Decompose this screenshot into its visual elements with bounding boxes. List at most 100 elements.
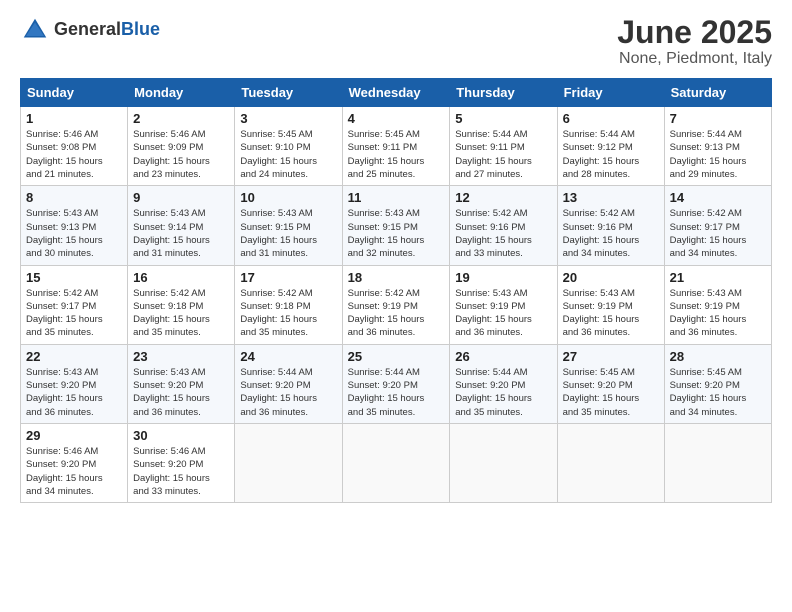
day-info: Sunrise: 5:45 AM Sunset: 9:20 PM Dayligh… — [670, 366, 766, 419]
calendar-cell — [557, 423, 664, 502]
calendar-cell: 29 Sunrise: 5:46 AM Sunset: 9:20 PM Dayli… — [21, 423, 128, 502]
calendar-cell — [235, 423, 342, 502]
page-title: June 2025 — [617, 15, 772, 50]
day-info: Sunrise: 5:43 AM Sunset: 9:15 PM Dayligh… — [348, 207, 445, 260]
calendar-cell: 20Sunrise: 5:43 AM Sunset: 9:19 PM Dayli… — [557, 265, 664, 344]
day-info: Sunrise: 5:42 AM Sunset: 9:18 PM Dayligh… — [240, 287, 336, 340]
calendar-cell: 5 Sunrise: 5:44 AM Sunset: 9:11 PM Daylig… — [450, 107, 557, 186]
calendar-header-saturday: Saturday — [664, 79, 771, 107]
day-info: Sunrise: 5:42 AM Sunset: 9:19 PM Dayligh… — [348, 287, 445, 340]
day-number: 26 — [455, 349, 551, 364]
calendar-cell: 3 Sunrise: 5:45 AM Sunset: 9:10 PM Daylig… — [235, 107, 342, 186]
calendar-cell: 16 Sunrise: 5:42 AM Sunset: 9:18 PM Dayli… — [128, 265, 235, 344]
calendar-header-sunday: Sunday — [21, 79, 128, 107]
day-info: Sunrise: 5:43 AM Sunset: 9:15 PM Dayligh… — [240, 207, 336, 260]
day-number: 12 — [455, 190, 551, 205]
calendar-week-row: 22 Sunrise: 5:43 AM Sunset: 9:20 PM Dayli… — [21, 344, 772, 423]
calendar-cell — [450, 423, 557, 502]
day-number: 9 — [133, 190, 229, 205]
calendar-cell — [342, 423, 450, 502]
day-number: 30 — [133, 428, 229, 443]
day-info: Sunrise: 5:42 AM Sunset: 9:16 PM Dayligh… — [563, 207, 659, 260]
day-info: Sunrise: 5:44 AM Sunset: 9:20 PM Dayligh… — [348, 366, 445, 419]
calendar-cell: 28 Sunrise: 5:45 AM Sunset: 9:20 PM Dayli… — [664, 344, 771, 423]
day-info: Sunrise: 5:44 AM Sunset: 9:11 PM Dayligh… — [455, 128, 551, 181]
day-info: Sunrise: 5:46 AM Sunset: 9:08 PM Dayligh… — [26, 128, 122, 181]
day-info: Sunrise: 5:46 AM Sunset: 9:09 PM Dayligh… — [133, 128, 229, 181]
day-number: 11 — [348, 190, 445, 205]
calendar-week-row: 8 Sunrise: 5:43 AM Sunset: 9:13 PM Daylig… — [21, 186, 772, 265]
calendar-cell: 9 Sunrise: 5:43 AM Sunset: 9:14 PM Daylig… — [128, 186, 235, 265]
day-info: Sunrise: 5:45 AM Sunset: 9:11 PM Dayligh… — [348, 128, 445, 181]
calendar-cell: 11 Sunrise: 5:43 AM Sunset: 9:15 PM Dayli… — [342, 186, 450, 265]
day-info: Sunrise: 5:43 AM Sunset: 9:14 PM Dayligh… — [133, 207, 229, 260]
day-number: 5 — [455, 111, 551, 126]
calendar-cell — [664, 423, 771, 502]
day-info: Sunrise: 5:43 AM Sunset: 9:19 PM Dayligh… — [455, 287, 551, 340]
day-info: Sunrise: 5:43 AM Sunset: 9:13 PM Dayligh… — [26, 207, 122, 260]
day-number: 1 — [26, 111, 122, 126]
day-number: 14 — [670, 190, 766, 205]
calendar-cell: 14 Sunrise: 5:42 AM Sunset: 9:17 PM Dayli… — [664, 186, 771, 265]
day-number: 3 — [240, 111, 336, 126]
day-number: 7 — [670, 111, 766, 126]
day-number: 2 — [133, 111, 229, 126]
logo-blue: Blue — [121, 19, 160, 39]
day-info: Sunrise: 5:44 AM Sunset: 9:12 PM Dayligh… — [563, 128, 659, 181]
day-number: 28 — [670, 349, 766, 364]
day-info: Sunrise: 5:45 AM Sunset: 9:10 PM Dayligh… — [240, 128, 336, 181]
calendar-cell: 15Sunrise: 5:42 AM Sunset: 9:17 PM Dayli… — [21, 265, 128, 344]
calendar-header-friday: Friday — [557, 79, 664, 107]
day-number: 25 — [348, 349, 445, 364]
logo-icon — [20, 15, 50, 45]
title-block: June 2025 None, Piedmont, Italy — [617, 15, 772, 68]
day-info: Sunrise: 5:43 AM Sunset: 9:19 PM Dayligh… — [670, 287, 766, 340]
day-info: Sunrise: 5:44 AM Sunset: 9:13 PM Dayligh… — [670, 128, 766, 181]
day-info: Sunrise: 5:42 AM Sunset: 9:18 PM Dayligh… — [133, 287, 229, 340]
day-number: 13 — [563, 190, 659, 205]
day-info: Sunrise: 5:43 AM Sunset: 9:20 PM Dayligh… — [133, 366, 229, 419]
calendar-cell: 26Sunrise: 5:44 AM Sunset: 9:20 PM Dayli… — [450, 344, 557, 423]
calendar-week-row: 15Sunrise: 5:42 AM Sunset: 9:17 PM Dayli… — [21, 265, 772, 344]
day-number: 18 — [348, 270, 445, 285]
calendar-cell: 30 Sunrise: 5:46 AM Sunset: 9:20 PM Dayli… — [128, 423, 235, 502]
logo: GeneralBlue — [20, 15, 160, 45]
calendar-cell: 10Sunrise: 5:43 AM Sunset: 9:15 PM Dayli… — [235, 186, 342, 265]
day-number: 19 — [455, 270, 551, 285]
day-info: Sunrise: 5:42 AM Sunset: 9:16 PM Dayligh… — [455, 207, 551, 260]
calendar-cell: 18 Sunrise: 5:42 AM Sunset: 9:19 PM Dayli… — [342, 265, 450, 344]
calendar-cell: 27 Sunrise: 5:45 AM Sunset: 9:20 PM Dayli… — [557, 344, 664, 423]
page-subtitle: None, Piedmont, Italy — [617, 50, 772, 68]
day-info: Sunrise: 5:45 AM Sunset: 9:20 PM Dayligh… — [563, 366, 659, 419]
day-number: 16 — [133, 270, 229, 285]
logo-general: General — [54, 19, 121, 39]
calendar-cell: 6Sunrise: 5:44 AM Sunset: 9:12 PM Daylig… — [557, 107, 664, 186]
calendar-cell: 17Sunrise: 5:42 AM Sunset: 9:18 PM Dayli… — [235, 265, 342, 344]
day-info: Sunrise: 5:42 AM Sunset: 9:17 PM Dayligh… — [26, 287, 122, 340]
calendar-table: SundayMondayTuesdayWednesdayThursdayFrid… — [20, 78, 772, 503]
calendar-cell: 4Sunrise: 5:45 AM Sunset: 9:11 PM Daylig… — [342, 107, 450, 186]
day-number: 22 — [26, 349, 122, 364]
calendar-header-monday: Monday — [128, 79, 235, 107]
day-info: Sunrise: 5:42 AM Sunset: 9:17 PM Dayligh… — [670, 207, 766, 260]
calendar-cell: 8 Sunrise: 5:43 AM Sunset: 9:13 PM Daylig… — [21, 186, 128, 265]
calendar-header-thursday: Thursday — [450, 79, 557, 107]
day-number: 8 — [26, 190, 122, 205]
day-info: Sunrise: 5:46 AM Sunset: 9:20 PM Dayligh… — [133, 445, 229, 498]
day-number: 29 — [26, 428, 122, 443]
page: GeneralBlue June 2025 None, Piedmont, It… — [0, 0, 792, 612]
calendar-header-wednesday: Wednesday — [342, 79, 450, 107]
day-number: 23 — [133, 349, 229, 364]
calendar-cell: 25 Sunrise: 5:44 AM Sunset: 9:20 PM Dayli… — [342, 344, 450, 423]
calendar-header-row: SundayMondayTuesdayWednesdayThursdayFrid… — [21, 79, 772, 107]
calendar-week-row: 1 Sunrise: 5:46 AM Sunset: 9:08 PM Daylig… — [21, 107, 772, 186]
day-info: Sunrise: 5:46 AM Sunset: 9:20 PM Dayligh… — [26, 445, 122, 498]
calendar-cell: 2 Sunrise: 5:46 AM Sunset: 9:09 PM Daylig… — [128, 107, 235, 186]
calendar-cell: 19 Sunrise: 5:43 AM Sunset: 9:19 PM Dayli… — [450, 265, 557, 344]
calendar-cell: 1 Sunrise: 5:46 AM Sunset: 9:08 PM Daylig… — [21, 107, 128, 186]
day-number: 27 — [563, 349, 659, 364]
calendar-cell: 7 Sunrise: 5:44 AM Sunset: 9:13 PM Daylig… — [664, 107, 771, 186]
calendar-cell: 12 Sunrise: 5:42 AM Sunset: 9:16 PM Dayli… — [450, 186, 557, 265]
calendar-cell: 22Sunrise: 5:43 AM Sunset: 9:20 PM Dayli… — [21, 344, 128, 423]
day-info: Sunrise: 5:43 AM Sunset: 9:19 PM Dayligh… — [563, 287, 659, 340]
